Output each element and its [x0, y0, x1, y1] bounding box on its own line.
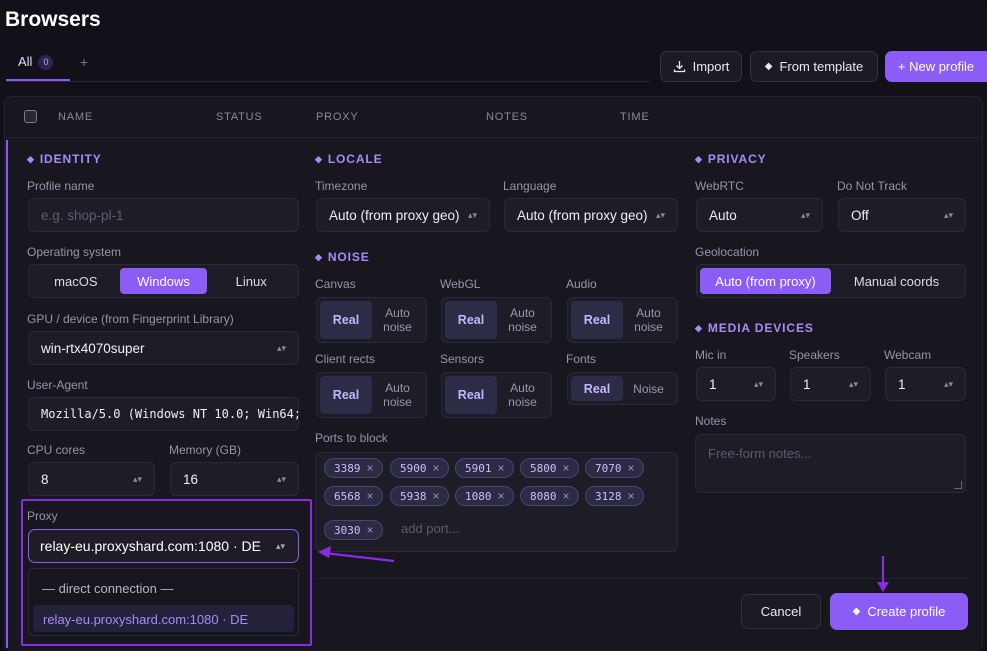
annotation-arrow-left — [318, 546, 395, 563]
app-window: Browsers All 0 + Import ◆ From template … — [0, 0, 987, 651]
annotation-arrow-down — [877, 556, 889, 592]
annotation-arrows — [318, 546, 889, 592]
